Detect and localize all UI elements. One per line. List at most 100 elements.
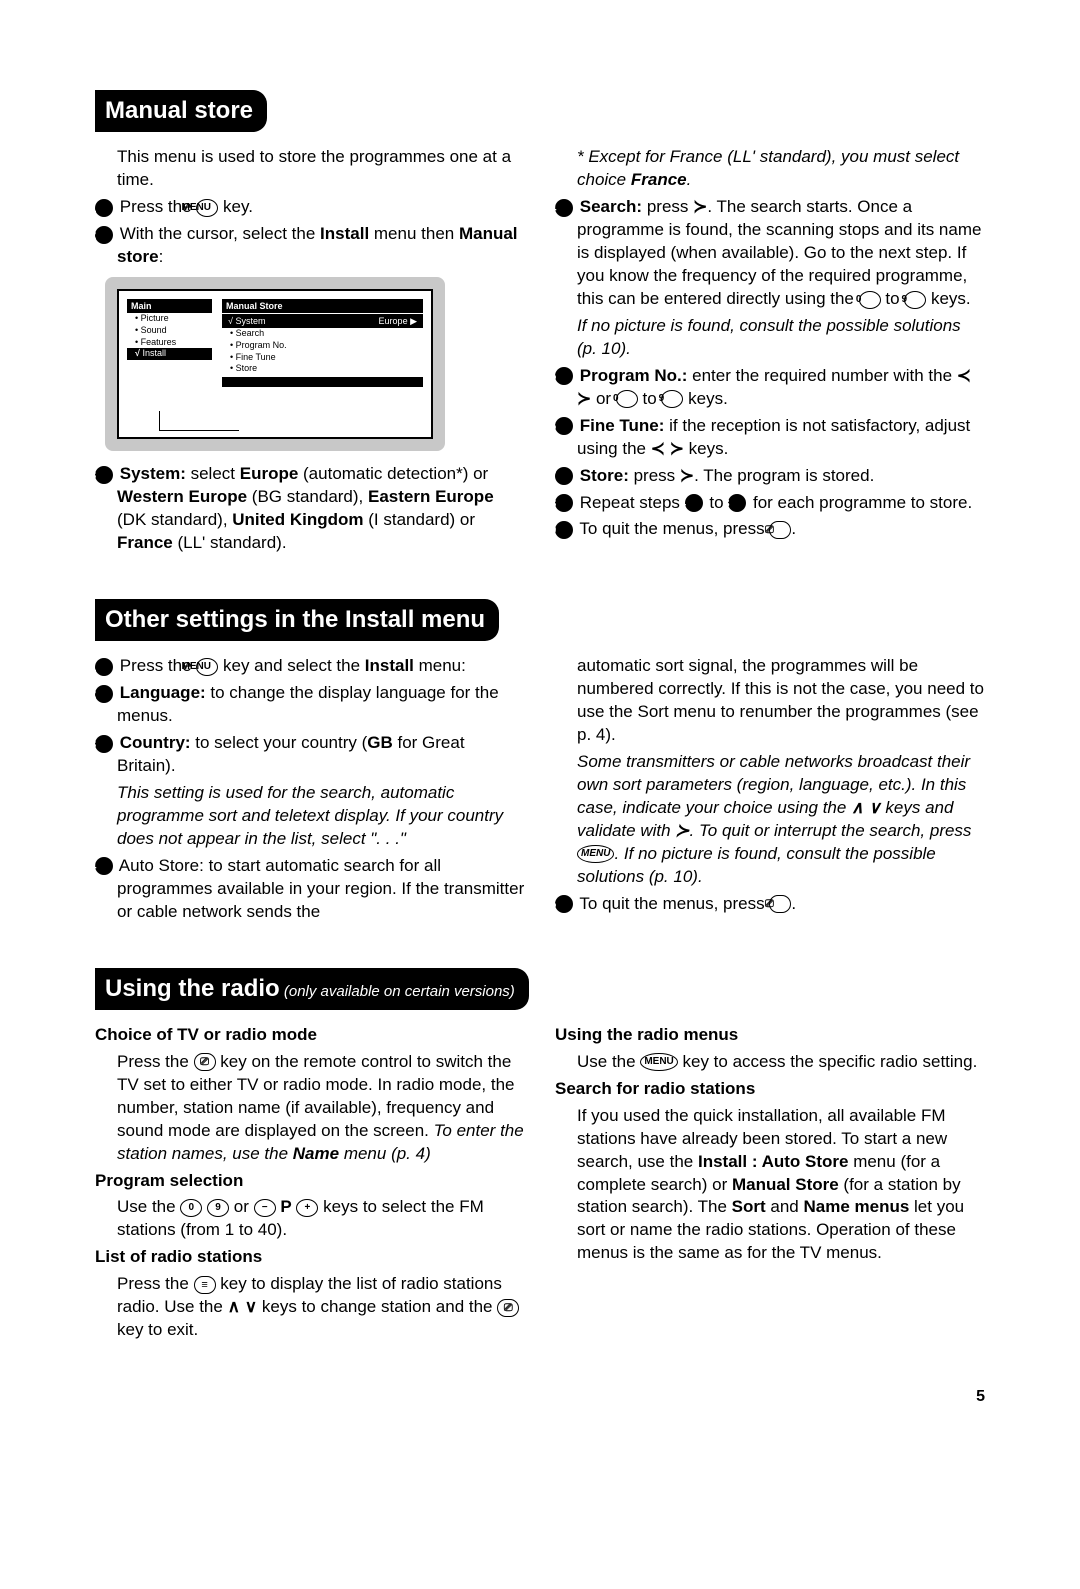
text: . If no picture is found, consult the po… — [577, 844, 936, 886]
bold-text: Country: — [120, 733, 191, 752]
step-number-ref-icon: 8 — [728, 494, 746, 512]
step-number-icon: 3 — [95, 735, 113, 753]
key-0-icon: 0 — [859, 291, 881, 309]
list-stations-text: Press the ≡ key to display the list of r… — [95, 1273, 525, 1342]
bold-text: Name menus — [803, 1197, 909, 1216]
tvradio-key-icon: ⎚ — [194, 1053, 216, 1071]
step-4: 4 Search: press ≻. The search starts. On… — [555, 196, 985, 311]
text: keys. — [926, 289, 970, 308]
tv-submenu-selected: √ System Europe ▶ — [222, 314, 423, 328]
left-right-arrow-icon: ≺ ≻ — [651, 439, 684, 458]
bold-text: Install — [320, 224, 369, 243]
using-radio-columns: Choice of TV or radio mode Press the ⎚ k… — [95, 1024, 985, 1346]
search-stations-text: If you used the quick installation, all … — [555, 1105, 985, 1266]
text: or — [229, 1197, 254, 1216]
other-settings-columns: 1 Press the MENU key and select the Inst… — [95, 655, 985, 927]
minus-key-icon: − — [254, 1199, 276, 1217]
step-number-icon: 5 — [555, 367, 573, 385]
step-number-icon: 8 — [555, 494, 573, 512]
radio-menus-text: Use the MENU key to access the specific … — [555, 1051, 985, 1074]
text: to — [638, 389, 662, 408]
step-number-icon: 2 — [95, 685, 113, 703]
step-number-icon: 4 — [555, 199, 573, 217]
text: . — [791, 519, 796, 538]
tv-menu-item: Program No. — [222, 340, 423, 352]
manual-store-right-col: * Except for France (LL' standard), you … — [555, 146, 985, 558]
sub-heading: Choice of TV or radio mode — [95, 1024, 525, 1047]
text: press — [629, 466, 680, 485]
text: key to access the specific radio setting… — [678, 1052, 978, 1071]
step-1: 1 Press the MENU key. — [95, 196, 525, 219]
menu-key-icon: MENU — [196, 658, 218, 676]
sub-heading: Using the radio menus — [555, 1024, 985, 1047]
sub-heading: Program selection — [95, 1170, 525, 1193]
step-number-icon: 7 — [555, 467, 573, 485]
sub-heading: List of radio stations — [95, 1246, 525, 1269]
text: enter the required number with the — [687, 366, 956, 385]
intro-text: This menu is used to store the programme… — [95, 146, 525, 192]
text: to select your country ( — [191, 733, 368, 752]
step-number-icon: 6 — [555, 417, 573, 435]
text: key to exit. — [117, 1320, 198, 1339]
text: Press the — [117, 1274, 194, 1293]
text: (automatic detection*) or — [298, 464, 488, 483]
step-1: 1 Press the MENU key and select the Inst… — [95, 655, 525, 678]
text: (BG standard), — [247, 487, 368, 506]
text: Europe ▶ — [379, 315, 417, 327]
step-3: 3 System: select Europe (automatic detec… — [95, 463, 525, 555]
step-number-icon: 9 — [555, 521, 573, 539]
section-title-text: Other settings in the Install menu — [105, 606, 485, 633]
manual-store-left-col: This menu is used to store the programme… — [95, 146, 525, 558]
tv-submenu-title: Manual Store — [222, 299, 423, 313]
p-label: P — [280, 1197, 291, 1216]
using-radio-left-col: Choice of TV or radio mode Press the ⎚ k… — [95, 1024, 525, 1346]
step-8: 8 Repeat steps 4 to 8 for each programme… — [555, 492, 985, 515]
list-key-icon: ≡ — [194, 1276, 216, 1294]
step-6: 6 Fine Tune: if the reception is not sat… — [555, 415, 985, 461]
text: Press the — [117, 1052, 194, 1071]
bold-text: Eastern Europe — [368, 487, 494, 506]
text: To quit the menus, press — [579, 894, 769, 913]
up-down-arrow-icon: ∧ ∨ — [851, 798, 881, 817]
bold-text: Sort — [732, 1197, 766, 1216]
france-note: * Except for France (LL' standard), you … — [555, 146, 985, 192]
bold-text: Fine Tune: — [580, 416, 665, 435]
bold-text: Name — [293, 1144, 339, 1163]
text: . — [687, 170, 692, 189]
text: Repeat steps — [580, 493, 685, 512]
sort-note: Some transmitters or cable networks broa… — [555, 751, 985, 889]
text: and — [766, 1197, 804, 1216]
text: key and select the — [218, 656, 364, 675]
step-number-icon: 4 — [95, 857, 113, 875]
step-number-ref-icon: 4 — [685, 494, 703, 512]
tv-menu-item: Sound — [127, 325, 212, 337]
text: Auto Store: to start automatic search fo… — [117, 856, 524, 921]
right-arrow-icon: ≻ — [693, 197, 707, 216]
step-3: 3 Country: to select your country (GB fo… — [95, 732, 525, 778]
plus-key-icon: + — [296, 1199, 318, 1217]
tv-main-label: Main — [127, 299, 212, 313]
text: . To quit or interrupt the search, press — [690, 821, 972, 840]
step-5: 5 Program No.: enter the required number… — [555, 365, 985, 411]
bold-text: Manual Store — [732, 1175, 839, 1194]
right-arrow-icon: ≻ — [675, 821, 689, 840]
sub-heading: Search for radio stations — [555, 1078, 985, 1101]
bold-text: Search: — [580, 197, 642, 216]
step-number-icon: 5 — [555, 895, 573, 913]
text: (I standard) or — [364, 510, 476, 529]
text: (LL' standard). — [173, 533, 287, 552]
exit-key-icon: ⎚ — [769, 895, 791, 913]
tv-menu-item: Store — [222, 363, 423, 375]
key-9-icon: 9 — [661, 390, 683, 408]
text: menu then — [369, 224, 459, 243]
section-title-text: Manual store — [105, 97, 253, 124]
text: . — [791, 894, 796, 913]
menu-key-icon: MENU — [196, 199, 218, 217]
bold-text: Language: — [120, 683, 206, 702]
tv-menu-item: Picture — [127, 313, 212, 325]
text: With the cursor, select the — [120, 224, 320, 243]
text: for each programme to store. — [748, 493, 972, 512]
exit-key-icon: ⎚ — [769, 521, 791, 539]
text: key. — [218, 197, 253, 216]
text: . The program is stored. — [694, 466, 874, 485]
